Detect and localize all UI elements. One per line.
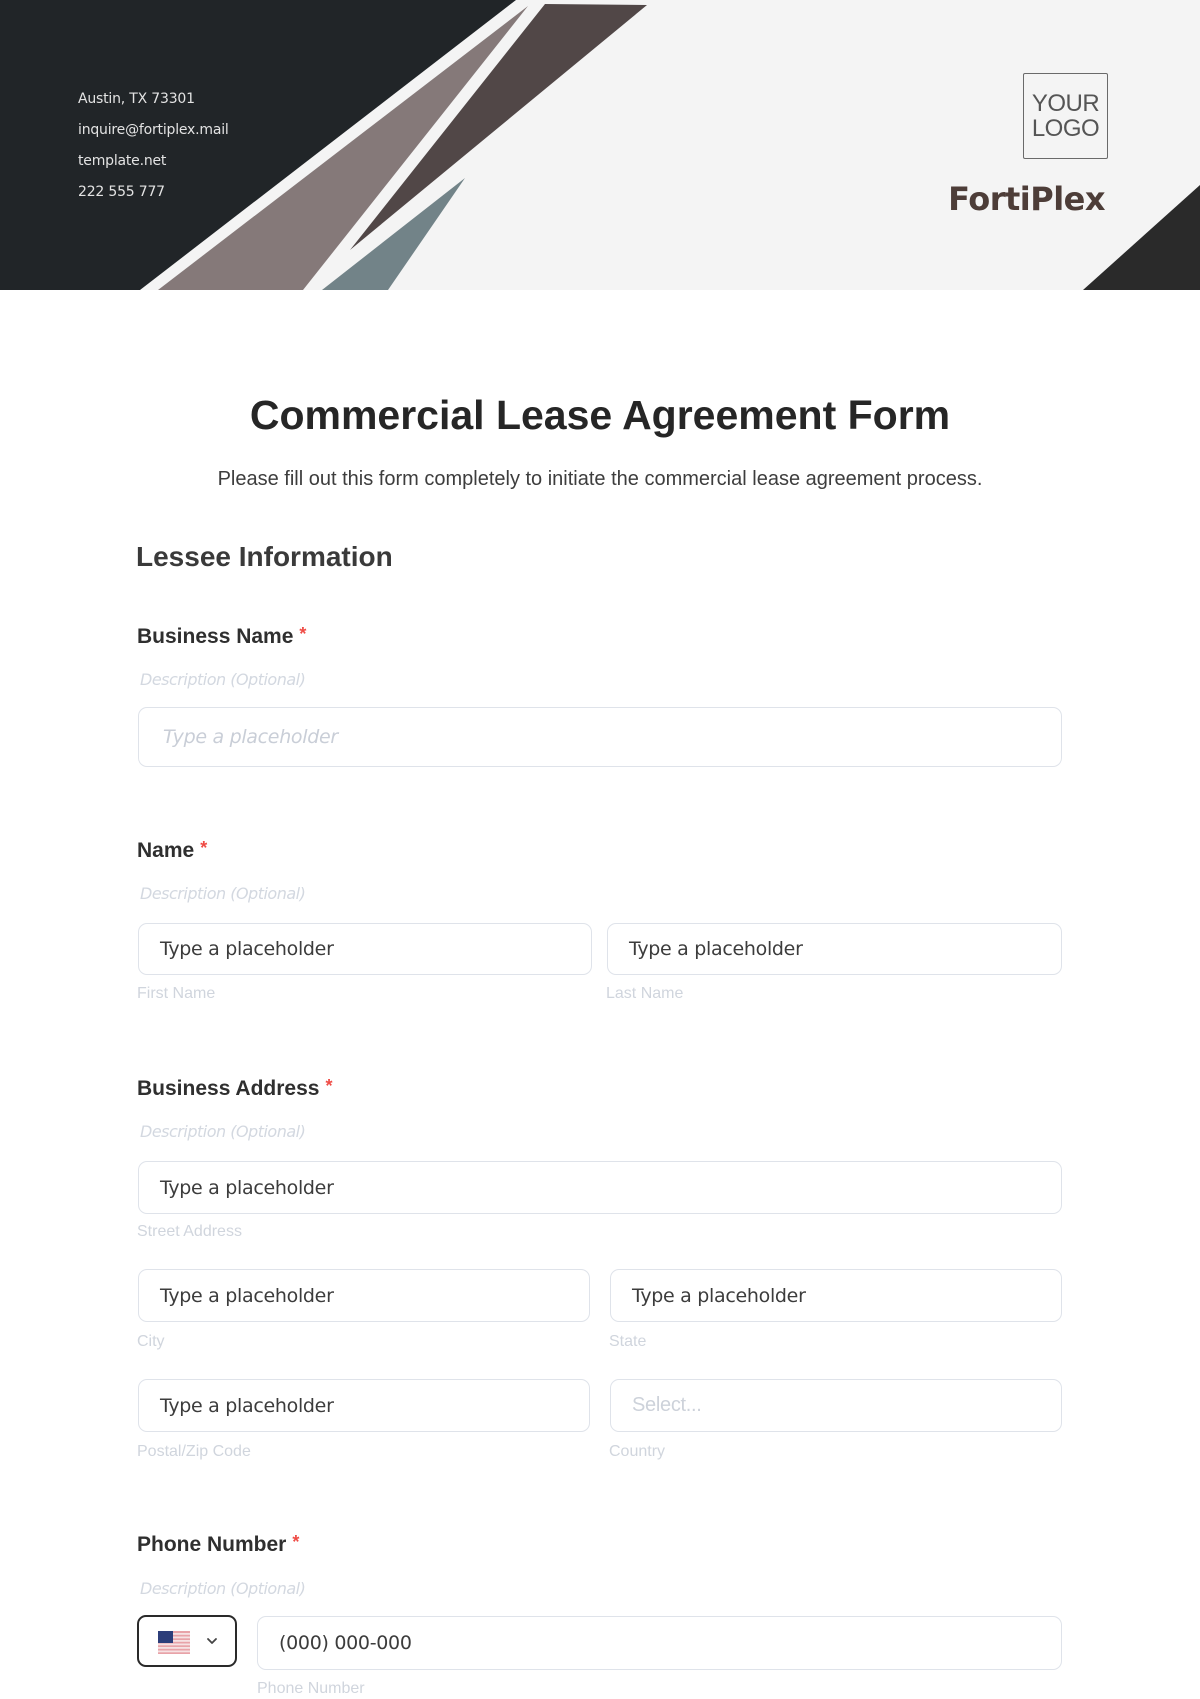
header-banner: Austin, TX 73301 inquire@fortiplex.mail …: [0, 0, 1200, 290]
phone-number-label-text: Phone Number: [137, 1533, 287, 1556]
state-sublabel: State: [609, 1333, 647, 1350]
name-description: Description (Optional): [140, 884, 306, 903]
phone-number-input[interactable]: (000) 000-000: [257, 1616, 1062, 1670]
us-flag-icon: [158, 1631, 190, 1654]
first-name-input[interactable]: Type a placeholder: [138, 923, 592, 975]
business-name-description: Description (Optional): [140, 670, 306, 689]
logo-text-line1: YOUR: [1031, 90, 1100, 117]
business-name-label: Business Name *: [137, 624, 307, 649]
business-name-input[interactable]: Type a placeholder: [138, 707, 1062, 767]
required-marker: *: [299, 624, 307, 644]
contact-website: template.net: [78, 153, 167, 169]
phone-number-sublabel: Phone Number: [257, 1680, 365, 1697]
contact-phone: 222 555 777: [78, 184, 165, 200]
name-label-text: Name: [137, 839, 195, 862]
last-name-sublabel: Last Name: [606, 985, 684, 1002]
phone-country-dropdown[interactable]: [137, 1615, 237, 1667]
last-name-input[interactable]: Type a placeholder: [607, 923, 1062, 975]
contact-info: Austin, TX 73301 inquire@fortiplex.mail …: [78, 88, 229, 212]
business-address-label-text: Business Address: [137, 1077, 320, 1100]
first-name-sublabel: First Name: [137, 985, 216, 1002]
city-sublabel: City: [137, 1333, 165, 1350]
street-address-sublabel: Street Address: [137, 1223, 242, 1240]
zip-code-input[interactable]: Type a placeholder: [138, 1379, 590, 1432]
logo-placeholder: YOUR LOGO: [1023, 73, 1108, 159]
contact-address: Austin, TX 73301: [78, 91, 195, 107]
required-marker: *: [325, 1076, 333, 1096]
zip-code-sublabel: Postal/Zip Code: [137, 1443, 251, 1460]
section-title-lessee: Lessee Information: [136, 541, 393, 572]
required-marker: *: [200, 838, 208, 858]
business-name-label-text: Business Name: [137, 625, 294, 648]
city-input[interactable]: Type a placeholder: [138, 1269, 590, 1322]
required-marker: *: [292, 1532, 300, 1552]
chevron-down-icon: [207, 1638, 217, 1644]
brand-name: FortiPlex: [948, 180, 1105, 218]
street-address-input[interactable]: Type a placeholder: [138, 1161, 1062, 1214]
state-input[interactable]: Type a placeholder: [610, 1269, 1062, 1322]
country-select[interactable]: Select...: [610, 1379, 1062, 1432]
phone-number-label: Phone Number *: [137, 1532, 300, 1557]
page-subtitle: Please fill out this form completely to …: [217, 468, 983, 490]
page-title: Commercial Lease Agreement Form: [249, 392, 951, 438]
name-label: Name *: [137, 838, 208, 863]
country-sublabel: Country: [609, 1443, 666, 1460]
contact-email: inquire@fortiplex.mail: [78, 122, 229, 138]
business-address-label: Business Address *: [137, 1076, 333, 1101]
logo-text-line2: LOGO: [1031, 115, 1100, 142]
phone-number-description: Description (Optional): [140, 1579, 306, 1598]
business-address-description: Description (Optional): [140, 1122, 306, 1141]
